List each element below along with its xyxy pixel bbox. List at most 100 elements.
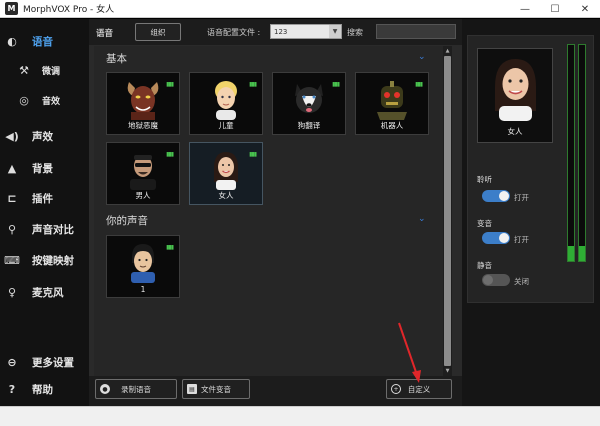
lips-icon: ◎ [19,93,29,107]
mute-state: 关闭 [514,277,529,286]
sidebar-item-effects[interactable]: ◎ 音效 [0,87,89,113]
signal-icon: ▮▮▮ [166,81,174,88]
sidebar-item-label: 更多设置 [32,356,74,369]
meter-fill-right [579,245,585,261]
listen-label: 聆听 [477,175,492,184]
section-label: 语音 [96,29,114,39]
sidebar-item-tweak[interactable]: ⚒ 微调 [0,57,89,83]
help-icon: ? [8,382,16,396]
sidebar-item-keymap[interactable]: ⌨ 按键映射 [0,247,89,273]
sidebar-item-label: 帮助 [32,383,53,396]
collapse-custom-icon[interactable]: ⌄ [418,214,426,224]
sidebar-item-more-settings[interactable]: ⊖ 更多设置 [0,349,89,375]
status-panel: 女人 聆听 打开 变音 打开 静音 关闭 [467,35,594,303]
voice-tile-demon[interactable]: ▮▮▮ 地狱恶魔 [106,72,180,135]
mute-toggle[interactable] [482,274,510,286]
sidebar-item-help[interactable]: ? 帮助 [0,376,89,402]
search-input[interactable] [376,24,456,39]
sidebar: ◐ 语音 ⚒ 微调 ◎ 音效 ◀) 声效 ▲ 背景 ⊏ 插件 ⚲ 声音对比 ⌨ … [0,19,89,406]
voice-tile-dog[interactable]: ▮▮▮ 狗翻译 [272,72,346,135]
signal-icon: ▮▮▮ [166,244,174,251]
man-avatar [130,155,156,190]
voice-name: 1 [140,285,146,294]
meter-fill-left [568,245,574,261]
voice-icon: ◐ [7,34,17,48]
voice-change-toggle[interactable] [482,232,510,244]
signal-icon: ▮▮▮ [249,81,257,88]
sidebar-item-label: 音效 [42,96,61,107]
collapse-basic-icon[interactable]: ⌄ [418,52,426,62]
minimize-button[interactable]: — [510,0,540,18]
sidebar-item-sounds[interactable]: ◀) 声效 [0,123,89,149]
voice-name: 机器人 [380,121,404,130]
mountain-icon: ▲ [7,161,17,175]
sidebar-item-label: 插件 [32,192,53,205]
record-voice-button[interactable]: ● 录制语音 [95,379,177,399]
sidebar-item-voice-compare[interactable]: ⚲ 声音对比 [0,216,89,242]
file-morph-button[interactable]: ▤ 文件变音 [182,379,250,399]
voice-profile-select[interactable]: 123 ▼ [270,24,342,39]
voice-library: 基本 ⌄ ▮▮▮ 地狱恶魔 ▮▮▮ 儿童 ▮▮▮ 狗翻译 ▮▮▮ 机器人 ▮▮▮… [94,46,447,376]
signal-icon: ▮▮▮ [332,81,340,88]
sidebar-item-label: 按键映射 [32,254,74,267]
custom-avatar [131,244,155,283]
voice-name: 男人 [135,191,151,200]
mute-label: 静音 [477,261,492,270]
voice-list-scrollbar[interactable]: ▲ ▼ [443,46,452,376]
woman-avatar [214,152,238,190]
current-voice-name: 女人 [507,127,523,136]
voice-tile-custom[interactable]: ▮▮▮ 1 [106,235,180,298]
voice-change-state: 打开 [514,235,529,244]
plug-icon: ⊏ [7,191,17,205]
dog-avatar [295,84,323,113]
voice-profile-value: 123 [274,27,288,36]
custom-section-title: 你的声音 [106,215,148,227]
sidebar-item-label: 声音对比 [32,223,74,236]
organize-button[interactable]: 组织 [135,23,181,41]
status-bar [0,406,600,426]
scroll-down-icon[interactable]: ▼ [443,367,452,375]
voice-name: 狗翻译 [297,121,321,130]
sidebar-item-label: 微调 [42,66,61,77]
file-morph-label: 文件变音 [201,384,231,394]
basic-section-title: 基本 [106,53,127,65]
keyboard-icon: ⌨ [4,253,20,267]
scroll-thumb[interactable] [444,56,451,366]
search-label: 搜索 [347,28,363,37]
voice-tile-man[interactable]: ▮▮▮ 男人 [106,142,180,205]
sidebar-item-microphone[interactable]: ♀ 麦克风 [0,279,89,305]
robot-avatar [377,81,407,120]
current-voice-avatar [482,53,549,121]
sidebar-item-backgrounds[interactable]: ▲ 背景 [0,155,89,181]
sidebar-item-label: 声效 [32,130,53,143]
voice-name: 地狱恶魔 [128,121,158,130]
main-panel: 语音 组织 语音配置文件 : 123 ▼ 搜索 基本 ⌄ ▮▮▮ 地狱恶魔 ▮▮… [89,19,462,406]
customize-button[interactable]: + 自定义 [386,379,452,399]
voice-name: 儿童 [218,121,234,130]
record-voice-label: 录制语音 [121,384,151,394]
child-avatar [215,81,237,120]
signal-icon: ▮▮▮ [166,151,174,158]
maximize-button[interactable]: ☐ [540,0,570,18]
level-meter-left [567,44,575,262]
voice-tile-robot[interactable]: ▮▮▮ 机器人 [355,72,429,135]
microphone-icon: ♀ [7,285,17,299]
demon-avatar [127,82,159,120]
voice-tile-child[interactable]: ▮▮▮ 儿童 [189,72,263,135]
chevron-down-icon: ▼ [329,25,341,38]
bottom-toolbar: ● 录制语音 ▤ 文件变音 + 自定义 [89,376,462,406]
sidebar-item-plugins[interactable]: ⊏ 插件 [0,185,89,211]
voice-name: 女人 [218,191,234,200]
listen-state: 打开 [514,193,529,202]
scroll-up-icon[interactable]: ▲ [443,47,452,55]
close-button[interactable]: ✕ [570,0,600,18]
toggle-knob [483,275,493,285]
sidebar-item-voice[interactable]: ◐ 语音 [0,28,89,54]
listen-toggle[interactable] [482,190,510,202]
voice-tile-woman[interactable]: ▮▮▮ 女人 [189,142,263,205]
voice-toolbar: 语音 组织 语音配置文件 : 123 ▼ 搜索 [89,19,462,45]
current-voice-card: 女人 [477,48,553,143]
sidebar-item-label: 麦克风 [32,286,64,299]
sidebar-item-label: 背景 [32,162,53,175]
window-title: MorphVOX Pro - 女人 [23,5,115,15]
